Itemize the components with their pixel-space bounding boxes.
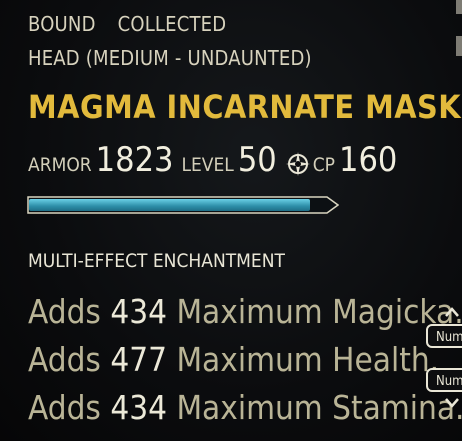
- cp-label: CP: [312, 154, 335, 176]
- item-status-row: BOUND COLLECTED: [28, 12, 242, 36]
- chevron-up-icon[interactable]: [445, 307, 459, 317]
- effect-stat: Maximum Magicka.: [176, 292, 462, 331]
- panel-edge: [456, 36, 462, 56]
- effect-prefix: Adds: [28, 388, 101, 427]
- effect-stat: Maximum Health.: [176, 340, 440, 379]
- item-stats-row: ARMOR 1823 LEVEL 50 CP 160: [28, 140, 405, 180]
- panel-edge: [456, 0, 462, 14]
- level-value: 50: [237, 140, 277, 180]
- effect-value: 477: [110, 340, 167, 379]
- effect-value: 434: [110, 292, 167, 331]
- condition-bar-fill: [29, 199, 310, 211]
- bound-label: BOUND: [28, 12, 96, 36]
- enchant-effect-line: Adds 434 Maximum Magicka.: [28, 292, 462, 331]
- item-name: MAGMA INCARNATE MASK: [28, 88, 462, 126]
- cp-value: 160: [338, 140, 398, 180]
- enchant-effect-line: Adds 477 Maximum Health.: [28, 340, 439, 379]
- effect-value: 434: [110, 388, 167, 427]
- chevron-down-icon[interactable]: [445, 398, 459, 408]
- enchantment-header: MULTI-EFFECT ENCHANTMENT: [28, 250, 285, 272]
- effect-prefix: Adds: [28, 340, 101, 379]
- armor-value: 1823: [95, 140, 174, 180]
- level-label: LEVEL: [181, 154, 234, 176]
- armor-label: ARMOR: [28, 154, 92, 176]
- collected-label: COLLECTED: [117, 12, 227, 36]
- enchant-effect-line: Adds 434 Maximum Stamina.: [28, 388, 462, 427]
- item-condition-bar: [27, 196, 339, 214]
- effect-prefix: Adds: [28, 292, 101, 331]
- scroll-up-keybind[interactable]: Num: [426, 324, 462, 348]
- item-tooltip: BOUND COLLECTED HEAD (MEDIUM - UNDAUNTED…: [0, 0, 462, 441]
- champion-point-icon: [285, 151, 311, 177]
- effect-stat: Maximum Stamina.: [176, 388, 462, 427]
- scroll-down-keybind[interactable]: Num: [426, 368, 462, 392]
- item-slot-type: HEAD (MEDIUM - UNDAUNTED): [28, 46, 312, 70]
